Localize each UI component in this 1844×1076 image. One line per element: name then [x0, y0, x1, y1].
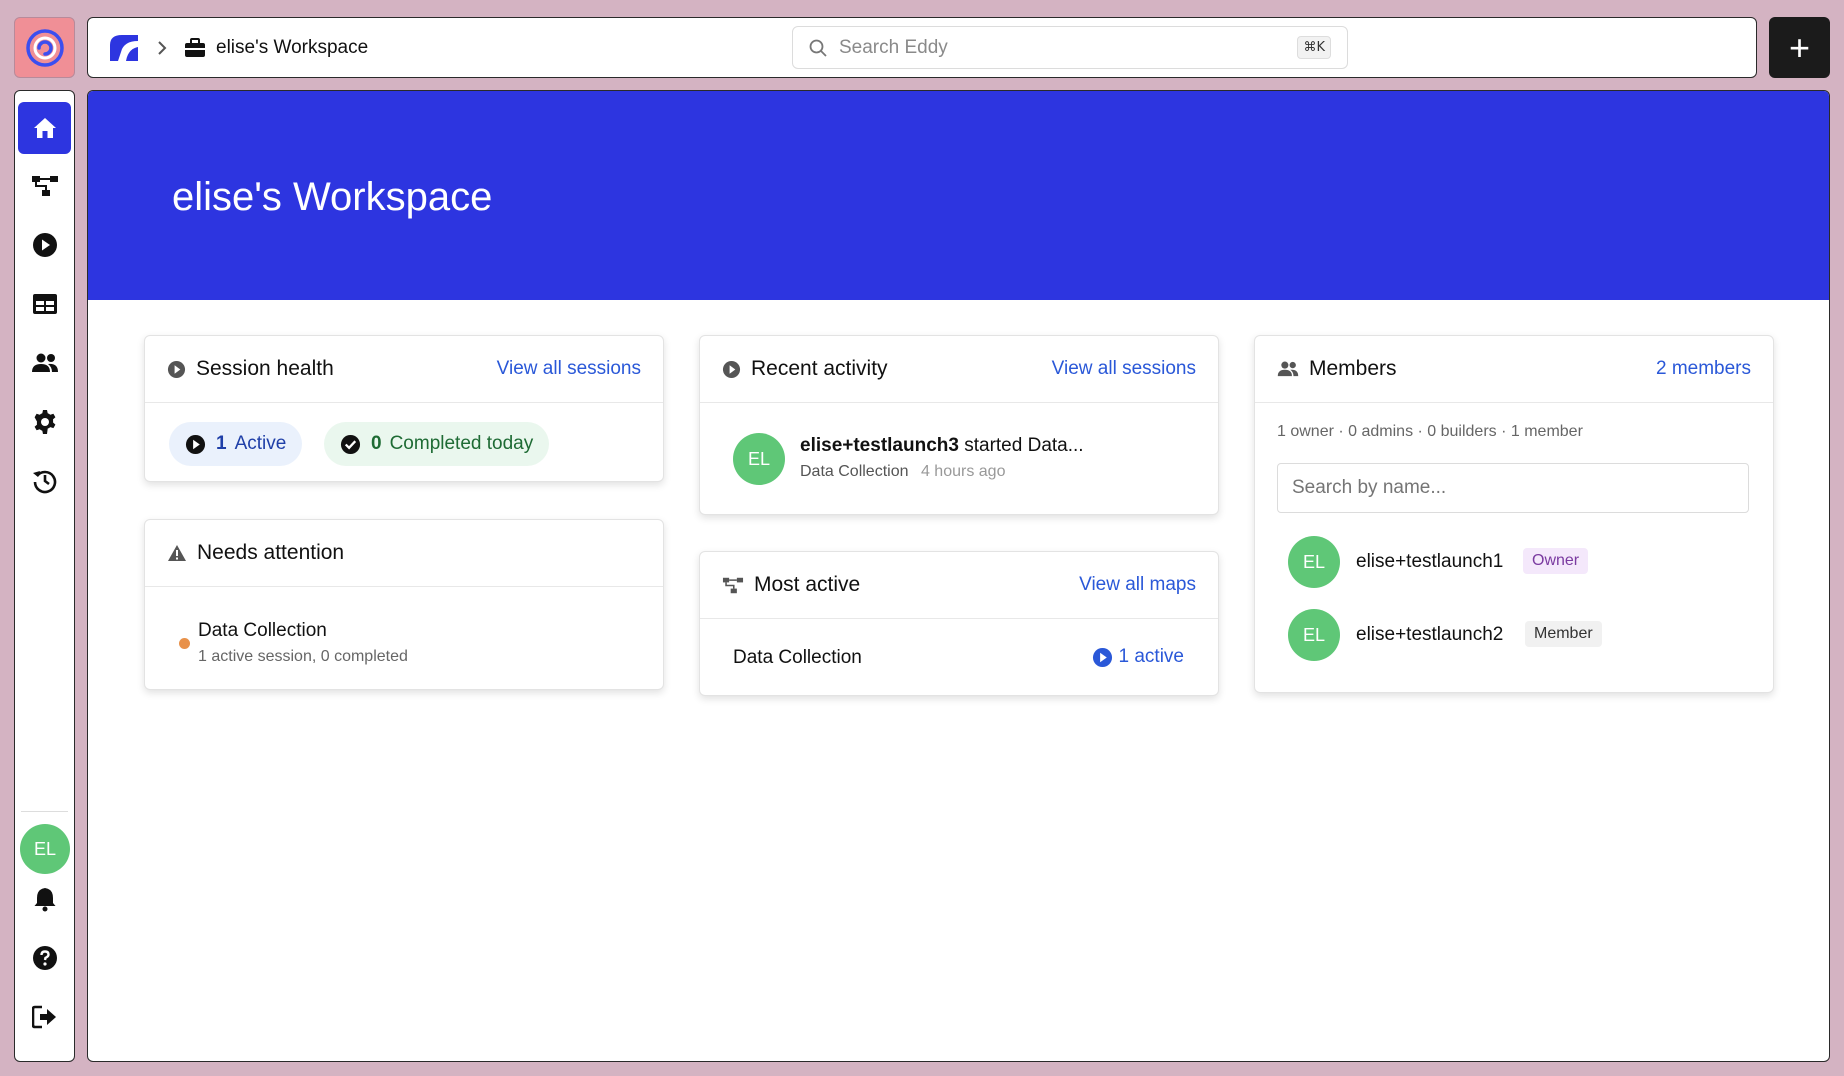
member-row[interactable]: EL elise+testlaunch1 Owner: [1255, 531, 1773, 593]
briefcase-icon: [184, 37, 206, 58]
sidebar-item-notifications[interactable]: [18, 873, 71, 925]
play-icon: [32, 233, 57, 257]
session-health-title: Session health: [196, 357, 334, 380]
completed-label: Completed today: [389, 433, 534, 454]
active-sessions-pill[interactable]: 1 Active: [169, 422, 303, 466]
activity-avatar: EL: [733, 433, 785, 485]
completed-today-pill[interactable]: 0 Completed today: [324, 422, 550, 466]
most-active-title: Most active: [754, 573, 861, 596]
member-avatar: EL: [1288, 609, 1340, 661]
map-icon: [31, 176, 58, 196]
map-icon: [722, 577, 744, 594]
search-icon: [809, 39, 827, 57]
app-logo-icon: [25, 28, 64, 67]
play-circle-icon: [722, 360, 741, 379]
sidebar-item-sessions[interactable]: [18, 219, 71, 271]
users-icon: [1277, 361, 1299, 377]
add-button[interactable]: +: [1769, 17, 1830, 78]
activity-map: Data Collection: [800, 463, 909, 480]
help-icon: [32, 946, 57, 970]
most-active-map-name: Data Collection: [733, 647, 862, 668]
sidebar-divider: [21, 811, 68, 812]
most-active-count-label: 1 active: [1118, 646, 1184, 667]
global-search-input[interactable]: Search Eddy ⌘K: [792, 26, 1348, 69]
members-summary: 1 owner · 0 admins · 0 builders · 1 memb…: [1277, 423, 1583, 440]
main-content: elise's Workspace Session health View al…: [87, 90, 1830, 1062]
bell-icon: [34, 888, 55, 912]
activity-time: 4 hours ago: [920, 463, 1006, 480]
recent-activity-card: Recent activity View all sessions EL eli…: [699, 335, 1219, 515]
sidebar-item-home[interactable]: [18, 102, 71, 154]
members-title: Members: [1309, 357, 1397, 380]
activity-text: elise+testlaunch3 started Data...: [800, 435, 1084, 457]
most-active-item[interactable]: Data Collection 1 active: [700, 620, 1218, 696]
workspace-hero: elise's Workspace: [88, 91, 1829, 300]
activity-item[interactable]: EL elise+testlaunch3 started Data... Dat…: [700, 404, 1218, 514]
needs-attention-card: Needs attention Data Collection 1 active…: [144, 519, 664, 690]
activity-user: elise+testlaunch3: [800, 435, 959, 456]
members-card: Members 2 members 1 owner · 0 admins · 0…: [1254, 335, 1774, 693]
home-icon: [33, 118, 56, 138]
page-title: elise's Workspace: [172, 175, 493, 219]
search-shortcut-badge: ⌘K: [1297, 36, 1331, 59]
role-badge-owner: Owner: [1523, 548, 1589, 574]
sidebar-item-logout[interactable]: [18, 991, 71, 1043]
role-badge-member: Member: [1525, 621, 1602, 647]
view-all-sessions-link[interactable]: View all sessions: [1052, 358, 1196, 380]
member-name: elise+testlaunch2: [1356, 624, 1504, 645]
sidebar-item-settings[interactable]: [18, 396, 71, 448]
member-search-input[interactable]: [1277, 463, 1749, 513]
activity-action: started Data...: [958, 435, 1084, 456]
logout-icon: [31, 1005, 56, 1029]
completed-count: 0: [371, 433, 382, 454]
sidebar: EL: [14, 90, 75, 1062]
sidebar-item-help[interactable]: [18, 932, 71, 984]
check-circle-icon: [340, 434, 361, 454]
top-bar: elise's Workspace Search Eddy ⌘K: [87, 17, 1757, 78]
session-health-card: Session health View all sessions 1 Activ…: [144, 335, 664, 482]
sidebar-item-maps[interactable]: [18, 160, 71, 212]
active-label: Active: [234, 433, 287, 454]
brand-icon[interactable]: [108, 31, 142, 65]
sidebar-item-tables[interactable]: [18, 278, 71, 330]
member-row[interactable]: EL elise+testlaunch2 Member: [1255, 604, 1773, 666]
play-icon: [1092, 647, 1112, 667]
search-placeholder: Search Eddy: [839, 36, 948, 58]
most-active-count: 1 active: [1092, 646, 1184, 668]
play-circle-icon: [167, 360, 186, 379]
attention-item[interactable]: Data Collection 1 active session, 0 comp…: [169, 620, 639, 674]
recent-activity-title: Recent activity: [751, 357, 888, 380]
needs-attention-title: Needs attention: [197, 541, 345, 564]
active-count: 1: [216, 433, 227, 454]
app-logo-button[interactable]: [14, 17, 75, 78]
view-all-sessions-link[interactable]: View all sessions: [497, 358, 641, 380]
table-icon: [32, 294, 57, 314]
users-icon: [31, 353, 58, 372]
breadcrumb-workspace[interactable]: elise's Workspace: [216, 37, 368, 59]
sidebar-item-members[interactable]: [18, 337, 71, 389]
activity-meta: Data Collection 4 hours ago: [800, 463, 1005, 481]
most-active-card: Most active View all maps Data Collectio…: [699, 551, 1219, 696]
play-icon: [185, 434, 206, 454]
member-name: elise+testlaunch1: [1356, 551, 1504, 572]
view-all-maps-link[interactable]: View all maps: [1079, 574, 1196, 596]
attention-status-dot: [179, 638, 190, 649]
members-count-link[interactable]: 2 members: [1656, 358, 1751, 380]
sidebar-item-history[interactable]: [18, 455, 71, 507]
gear-icon: [34, 410, 55, 434]
attention-item-subtitle: 1 active session, 0 completed: [198, 648, 408, 665]
history-icon: [32, 470, 56, 494]
attention-item-title: Data Collection: [198, 620, 327, 641]
chevron-right-icon: [156, 40, 168, 56]
user-avatar[interactable]: EL: [20, 824, 70, 874]
warning-icon: [167, 544, 187, 562]
member-avatar: EL: [1288, 536, 1340, 588]
